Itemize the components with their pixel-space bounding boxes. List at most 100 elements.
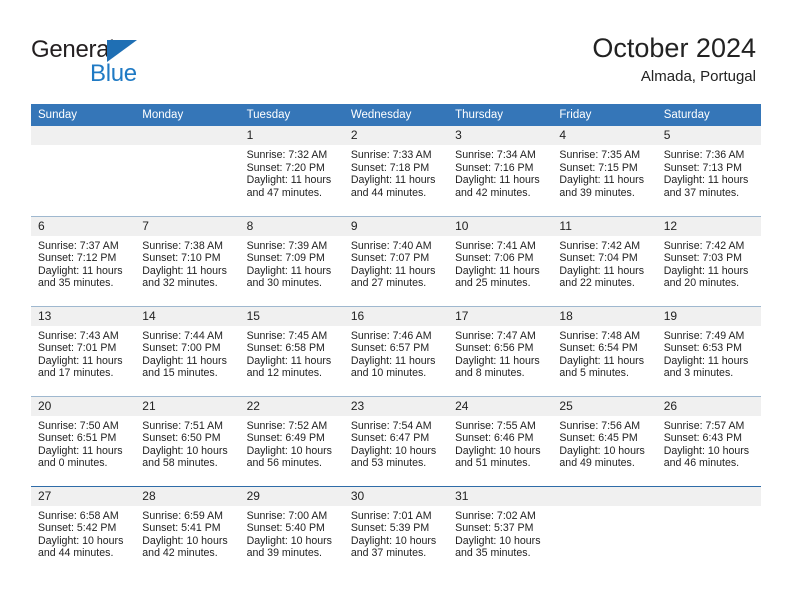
day-number (552, 486, 657, 506)
day-number: 29 (239, 486, 344, 506)
sunset-text: Sunset: 7:12 PM (38, 252, 117, 265)
day-details: Sunrise: 7:00 AM Sunset: 5:40 PM Daylight:… (240, 506, 344, 560)
daylight-text: Daylight: 11 hours and 25 minutes. (455, 264, 540, 290)
title-block: October 2024 Almada, Portugal (592, 32, 756, 87)
day-details: Sunrise: 7:38 AM Sunset: 7:10 PM Daylight:… (135, 236, 239, 290)
daylight-text: Daylight: 11 hours and 32 minutes. (142, 264, 227, 290)
daylight-text: Daylight: 11 hours and 8 minutes. (455, 354, 540, 380)
sunset-text: Sunset: 7:01 PM (38, 342, 117, 355)
sunset-text: Sunset: 6:46 PM (455, 432, 534, 445)
sunset-text: Sunset: 7:15 PM (559, 161, 638, 174)
day-details: Sunrise: 7:39 AM Sunset: 7:09 PM Daylight:… (240, 236, 344, 290)
daylight-text: Daylight: 10 hours and 42 minutes. (142, 534, 228, 560)
calendar-week-row: 6 Sunrise: 7:37 AM Sunset: 7:12 PM Daylight… (31, 215, 761, 306)
calendar-day-cell[interactable]: 1 Sunrise: 7:32 AM Sunset: 7:20 PM Daylight… (239, 126, 344, 216)
sunrise-text: Sunrise: 7:32 AM (246, 149, 328, 161)
daylight-text: Daylight: 10 hours and 53 minutes. (350, 444, 437, 470)
sunrise-text: Sunrise: 7:37 AM (38, 239, 119, 252)
calendar-day-cell[interactable]: 13 Sunrise: 7:43 AM Sunset: 7:01 PM Dayligh… (31, 305, 136, 396)
day-number (656, 486, 761, 506)
daylight-text: Daylight: 10 hours and 58 minutes. (142, 444, 228, 470)
day-details: Sunrise: 7:51 AM Sunset: 6:50 PM Daylight:… (135, 416, 239, 470)
calendar-day-cell[interactable]: 30 Sunrise: 7:01 AM Sunset: 5:39 PM Dayligh… (343, 485, 449, 576)
day-details: Sunrise: 7:42 AM Sunset: 7:03 PM Daylight:… (657, 236, 761, 290)
calendar-week-row: 13 Sunrise: 7:43 AM Sunset: 7:01 PM Dayligh… (31, 305, 761, 396)
weekday-header-friday: Friday (552, 104, 657, 126)
daylight-text: Daylight: 11 hours and 47 minutes. (246, 174, 332, 199)
calendar-day-cell[interactable]: 21 Sunrise: 7:51 AM Sunset: 6:50 PM Dayligh… (135, 395, 240, 486)
calendar-day-cell[interactable]: 7 Sunrise: 7:38 AM Sunset: 7:10 PM Daylight… (135, 215, 240, 306)
day-number: 6 (31, 216, 136, 236)
logo-triangle-icon (107, 40, 137, 62)
calendar-day-cell[interactable]: 8 Sunrise: 7:39 AM Sunset: 7:09 PM Daylight… (239, 215, 344, 306)
calendar-day-cell[interactable]: 12 Sunrise: 7:42 AM Sunset: 7:03 PM Dayligh… (656, 215, 761, 306)
sunrise-text: Sunrise: 7:35 AM (559, 149, 641, 161)
calendar-day-cell[interactable]: 26 Sunrise: 7:57 AM Sunset: 6:43 PM Dayligh… (656, 395, 761, 486)
calendar-day-cell[interactable]: 10 Sunrise: 7:41 AM Sunset: 7:06 PM Dayligh… (448, 215, 553, 306)
weekday-header-saturday: Saturday (656, 104, 761, 126)
calendar-day-cell[interactable]: 15 Sunrise: 7:45 AM Sunset: 6:58 PM Dayligh… (239, 305, 344, 396)
day-details: Sunrise: 7:34 AM Sunset: 7:16 PM Daylight:… (448, 145, 552, 199)
calendar-day-cell[interactable]: 29 Sunrise: 7:00 AM Sunset: 5:40 PM Dayligh… (239, 485, 344, 576)
sunset-text: Sunset: 7:06 PM (455, 252, 534, 265)
sunrise-text: Sunrise: 7:44 AM (142, 329, 223, 342)
sunset-text: Sunset: 5:42 PM (38, 522, 117, 535)
calendar-day-cell[interactable]: 17 Sunrise: 7:47 AM Sunset: 6:56 PM Dayligh… (448, 305, 553, 396)
day-details: Sunrise: 7:35 AM Sunset: 7:15 PM Daylight:… (552, 145, 656, 199)
day-number: 14 (135, 306, 240, 326)
calendar-day-cell[interactable]: 2 Sunrise: 7:33 AM Sunset: 7:18 PM Daylight… (343, 126, 449, 216)
day-details: Sunrise: 7:57 AM Sunset: 6:43 PM Daylight:… (657, 416, 761, 470)
calendar-day-cell[interactable]: 25 Sunrise: 7:56 AM Sunset: 6:45 PM Dayligh… (552, 395, 657, 486)
calendar-day-cell[interactable]: 6 Sunrise: 7:37 AM Sunset: 7:12 PM Daylight… (31, 215, 136, 306)
day-number: 7 (135, 216, 240, 236)
calendar-day-cell[interactable]: 5 Sunrise: 7:36 AM Sunset: 7:13 PM Daylight… (656, 126, 761, 216)
sunrise-text: Sunrise: 7:34 AM (455, 149, 536, 161)
sunset-text: Sunset: 6:57 PM (350, 342, 430, 355)
sunset-text: Sunset: 7:13 PM (663, 161, 743, 174)
day-number: 12 (656, 216, 761, 236)
calendar-day-cell[interactable]: 27 Sunrise: 6:58 AM Sunset: 5:42 PM Dayligh… (31, 485, 136, 576)
day-number: 1 (239, 126, 344, 145)
weekday-header-row: Sunday Monday Tuesday Wednesday Thursday… (31, 104, 761, 126)
sunset-text: Sunset: 7:18 PM (350, 161, 430, 174)
day-number: 15 (239, 306, 344, 326)
calendar-day-cell[interactable]: 9 Sunrise: 7:40 AM Sunset: 7:07 PM Daylight… (343, 215, 449, 306)
calendar-day-cell[interactable]: 14 Sunrise: 7:44 AM Sunset: 7:00 PM Dayligh… (135, 305, 240, 396)
daylight-text: Daylight: 10 hours and 35 minutes. (455, 534, 541, 560)
day-number: 30 (343, 486, 449, 506)
day-number: 3 (448, 126, 553, 145)
day-details: Sunrise: 7:49 AM Sunset: 6:53 PM Daylight:… (657, 326, 761, 380)
day-number (31, 126, 136, 145)
calendar-day-cell[interactable]: 4 Sunrise: 7:35 AM Sunset: 7:15 PM Daylight… (552, 126, 657, 216)
sunrise-text: Sunrise: 7:57 AM (663, 419, 745, 432)
calendar-day-cell[interactable]: 19 Sunrise: 7:49 AM Sunset: 6:53 PM Dayligh… (656, 305, 761, 396)
sunrise-text: Sunrise: 7:33 AM (350, 149, 432, 161)
calendar-day-cell[interactable]: 3 Sunrise: 7:34 AM Sunset: 7:16 PM Daylight… (448, 126, 553, 216)
calendar-day-cell[interactable]: 28 Sunrise: 6:59 AM Sunset: 5:41 PM Dayligh… (135, 485, 240, 576)
calendar-day-cell[interactable]: 20 Sunrise: 7:50 AM Sunset: 6:51 PM Dayligh… (31, 395, 136, 486)
sunrise-text: Sunrise: 7:52 AM (246, 419, 328, 432)
sunset-text: Sunset: 6:58 PM (246, 342, 325, 355)
calendar-day-cell[interactable]: 23 Sunrise: 7:54 AM Sunset: 6:47 PM Dayligh… (343, 395, 449, 486)
calendar-day-cell[interactable]: 11 Sunrise: 7:42 AM Sunset: 7:04 PM Dayligh… (552, 215, 657, 306)
day-details: Sunrise: 6:59 AM Sunset: 5:41 PM Daylight:… (135, 506, 239, 560)
sunset-text: Sunset: 6:49 PM (246, 432, 325, 445)
page-header: General Blue October 2024 Almada, Portug… (0, 0, 792, 100)
day-number: 22 (239, 396, 344, 416)
daylight-text: Daylight: 11 hours and 17 minutes. (38, 354, 123, 380)
calendar-day-cell[interactable]: 16 Sunrise: 7:46 AM Sunset: 6:57 PM Dayligh… (343, 305, 449, 396)
calendar-day-cell[interactable]: 24 Sunrise: 7:55 AM Sunset: 6:46 PM Dayligh… (448, 395, 553, 486)
sunset-text: Sunset: 7:00 PM (142, 342, 221, 355)
calendar-day-cell[interactable]: 22 Sunrise: 7:52 AM Sunset: 6:49 PM Dayligh… (239, 395, 344, 486)
day-details: Sunrise: 7:41 AM Sunset: 7:06 PM Daylight:… (448, 236, 552, 290)
sunrise-text: Sunrise: 7:51 AM (142, 419, 223, 432)
calendar-week-row: 1 Sunrise: 7:32 AM Sunset: 7:20 PM Daylight… (31, 126, 761, 216)
daylight-text: Daylight: 11 hours and 22 minutes. (559, 264, 645, 290)
sunrise-text: Sunrise: 7:45 AM (246, 329, 328, 342)
sunrise-text: Sunrise: 7:54 AM (350, 419, 432, 432)
day-details: Sunrise: 7:36 AM Sunset: 7:13 PM Daylight:… (657, 145, 761, 199)
calendar-grid: Sunday Monday Tuesday Wednesday Thursday… (31, 104, 761, 576)
calendar-day-cell[interactable]: 31 Sunrise: 7:02 AM Sunset: 5:37 PM Dayligh… (448, 485, 553, 576)
calendar-day-cell[interactable]: 18 Sunrise: 7:48 AM Sunset: 6:54 PM Dayligh… (552, 305, 657, 396)
daylight-text: Daylight: 11 hours and 12 minutes. (246, 354, 332, 380)
